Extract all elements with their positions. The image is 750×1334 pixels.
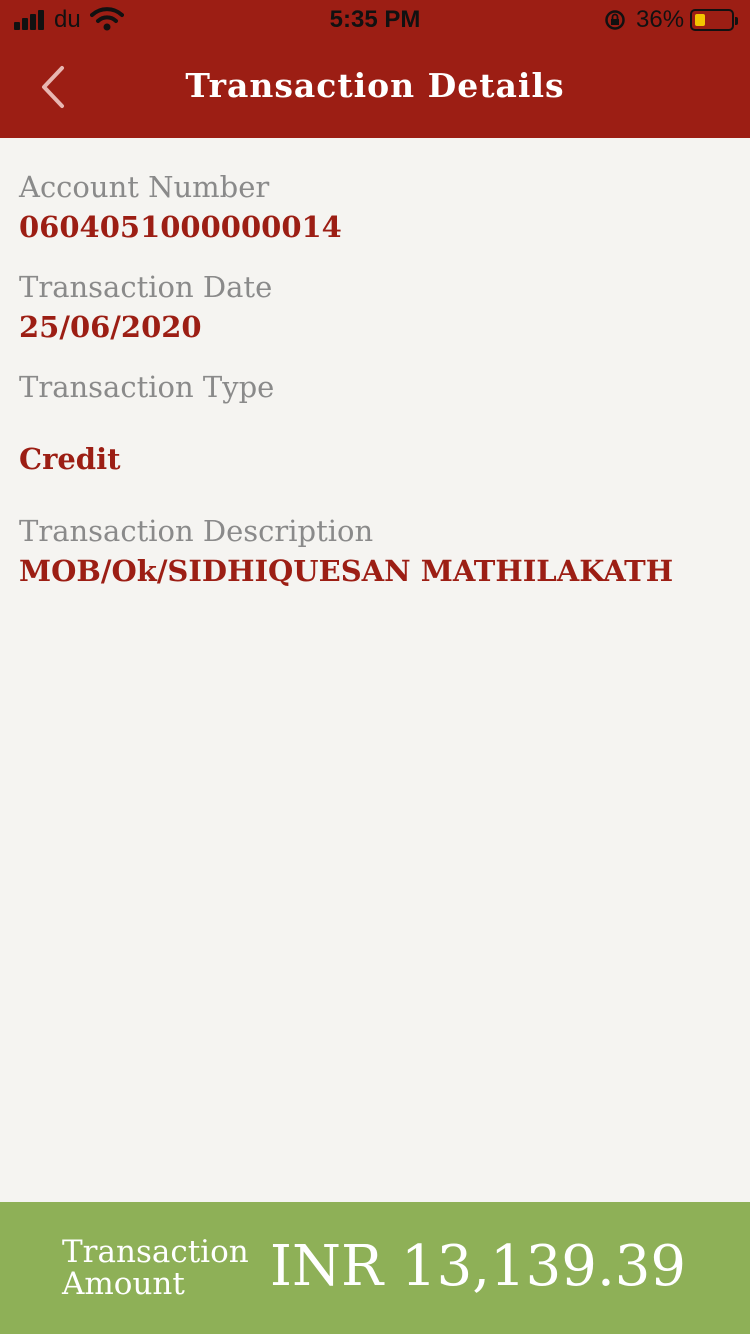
- account-number-value: 0604051000000014: [19, 210, 342, 244]
- transaction-date-value: 25/06/2020: [19, 310, 202, 344]
- transaction-amount-value: INR 13,139.39: [269, 1234, 686, 1299]
- transaction-description-value: MOB/Ok/SIDHIQUESAN MATHILAKATH: [19, 554, 674, 588]
- transaction-type-value: Credit: [19, 442, 121, 476]
- amount-label-line2: Amount: [62, 1266, 185, 1302]
- account-number-label: Account Number: [19, 170, 270, 204]
- amount-footer: Transaction Amount INR 13,139.39: [0, 1202, 750, 1334]
- battery-percent: 36%: [636, 6, 685, 33]
- page-title: Transaction Details: [185, 66, 565, 105]
- header-bar: du 5:35 PM 36% Transaction Details: [0, 0, 750, 138]
- battery-icon: [690, 9, 738, 31]
- transaction-type-label: Transaction Type: [19, 370, 275, 404]
- status-bar: du 5:35 PM 36%: [0, 0, 750, 40]
- rotation-lock-icon: [605, 10, 625, 30]
- amount-label-line1: Transaction: [62, 1234, 249, 1270]
- transaction-amount-label: Transaction Amount: [62, 1236, 249, 1300]
- transaction-description-label: Transaction Description: [19, 514, 374, 548]
- transaction-date-label: Transaction Date: [19, 270, 273, 304]
